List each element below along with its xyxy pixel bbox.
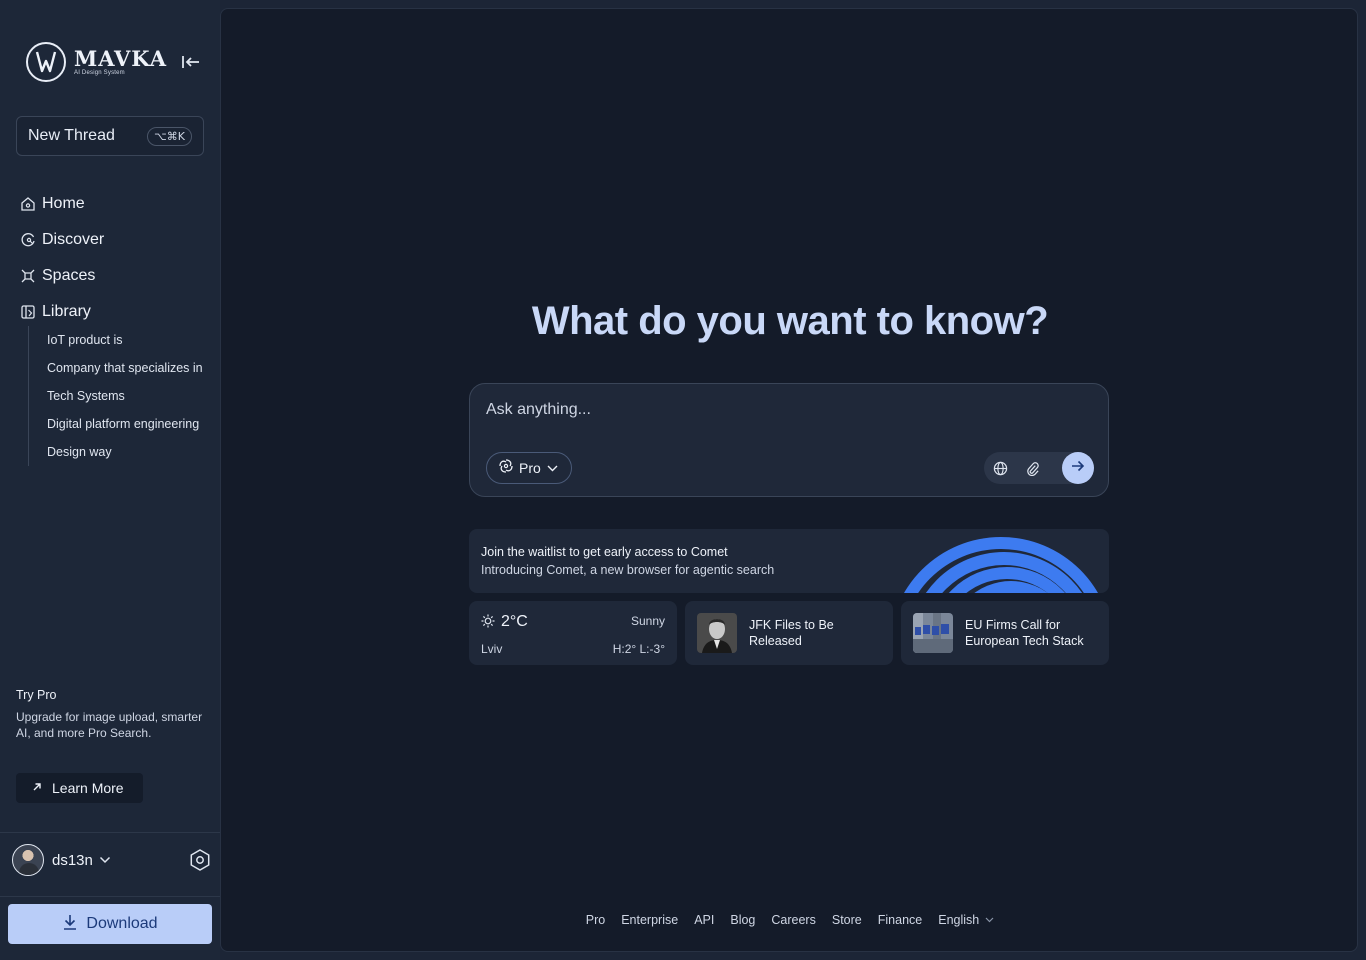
- sun-icon: [481, 614, 495, 633]
- sidebar-item-label: Discover: [42, 231, 105, 248]
- new-thread-label: New Thread: [28, 127, 115, 144]
- weather-high-low: H:2° L:-3°: [612, 642, 665, 656]
- new-thread-button[interactable]: New Thread ⌥⌘K: [16, 116, 204, 156]
- learn-more-label: Learn More: [52, 780, 124, 796]
- pro-mode-icon: [499, 458, 513, 478]
- home-icon: [18, 194, 38, 214]
- footer-link-blog[interactable]: Blog: [730, 913, 755, 927]
- news-card[interactable]: JFK Files to Be Released: [685, 601, 893, 665]
- footer-link-pro[interactable]: Pro: [586, 913, 605, 927]
- divider: [0, 832, 220, 833]
- submit-button[interactable]: [1062, 452, 1094, 484]
- language-selector[interactable]: English: [938, 913, 994, 927]
- banner-subtitle: Introducing Comet, a new browser for age…: [481, 563, 775, 577]
- sidebar-nav: Home Discover Spaces Library: [18, 186, 208, 330]
- spaces-icon: [18, 266, 38, 286]
- username: ds13n: [52, 851, 93, 869]
- search-tools: [984, 452, 1094, 484]
- sidebar-item-label: Spaces: [42, 267, 96, 284]
- news-thumbnail: [697, 613, 737, 653]
- arrow-right-icon: [1071, 459, 1085, 477]
- footer-link-store[interactable]: Store: [832, 913, 862, 927]
- download-icon: [62, 913, 78, 936]
- footer-links: Pro Enterprise API Blog Careers Store Fi…: [221, 913, 1359, 927]
- library-thread-list: IoT product is Company that specializes …: [28, 326, 208, 466]
- arrow-up-right-icon: [32, 779, 42, 797]
- pro-mode-label: Pro: [519, 460, 541, 476]
- news-title: EU Firms Call for European Tech Stack: [965, 618, 1084, 648]
- main-panel: What do you want to know? Pro: [220, 8, 1358, 952]
- try-pro-description: Upgrade for image upload, smarter AI, an…: [16, 710, 203, 740]
- settings-icon[interactable]: [188, 848, 212, 877]
- comet-waitlist-banner[interactable]: Join the waitlist to get early access to…: [469, 529, 1109, 593]
- search-box: Pro: [469, 383, 1109, 497]
- sidebar-item-library[interactable]: Library: [18, 294, 208, 330]
- library-thread-item[interactable]: Company that specializes in: [47, 354, 208, 382]
- weather-city: Lviv: [481, 642, 503, 656]
- library-thread-item[interactable]: Tech Systems: [47, 382, 208, 410]
- sidebar-item-label: Library: [42, 303, 91, 320]
- footer-link-finance[interactable]: Finance: [878, 913, 922, 927]
- sidebar: MAVKA AI Design System New Thread ⌥⌘K Ho…: [0, 0, 220, 960]
- library-thread-item[interactable]: Digital platform engineering: [47, 410, 208, 438]
- download-label: Download: [86, 915, 158, 932]
- news-card[interactable]: EU Firms Call for European Tech Stack: [901, 601, 1109, 665]
- sidebar-item-label: Home: [42, 195, 85, 212]
- paperclip-icon[interactable]: [1016, 452, 1048, 484]
- brand-name: MAVKA: [74, 46, 167, 71]
- weather-condition: Sunny: [630, 614, 665, 628]
- search-input[interactable]: [486, 398, 1086, 422]
- chevron-down-icon: [547, 459, 558, 477]
- sidebar-item-discover[interactable]: Discover: [18, 222, 208, 258]
- sidebar-item-home[interactable]: Home: [18, 186, 208, 222]
- download-button[interactable]: Download: [8, 904, 212, 944]
- pro-mode-selector[interactable]: Pro: [486, 452, 572, 484]
- footer-link-api[interactable]: API: [694, 913, 714, 927]
- chevron-down-icon[interactable]: [99, 851, 111, 869]
- sidebar-item-spaces[interactable]: Spaces: [18, 258, 208, 294]
- library-icon: [18, 302, 38, 322]
- weather-card[interactable]: 2°C Sunny Lviv H:2° L:-3°: [469, 601, 677, 665]
- library-thread-item[interactable]: Design way: [47, 438, 208, 466]
- weather-temp: 2°C: [501, 613, 528, 630]
- user-menu[interactable]: ds13n: [12, 844, 212, 876]
- language-label: English: [938, 913, 980, 927]
- comet-graphic: [904, 537, 1098, 593]
- try-pro-title: Try Pro: [16, 688, 57, 702]
- globe-icon[interactable]: [984, 452, 1016, 484]
- footer-link-careers[interactable]: Careers: [771, 913, 815, 927]
- collapse-sidebar-icon[interactable]: [180, 52, 202, 72]
- shortcut-badge: ⌥⌘K: [147, 126, 192, 146]
- brand-logo[interactable]: MAVKA AI Design System: [26, 42, 167, 82]
- banner-title: Join the waitlist to get early access to…: [481, 545, 728, 559]
- news-title: JFK Files to Be Released: [749, 618, 834, 648]
- news-thumbnail: [913, 613, 953, 653]
- library-thread-item[interactable]: IoT product is: [47, 326, 208, 354]
- footer-link-enterprise[interactable]: Enterprise: [621, 913, 678, 927]
- compass-icon: [18, 230, 38, 250]
- page-title: What do you want to know?: [531, 299, 1049, 343]
- chevron-down-icon: [985, 917, 994, 923]
- learn-more-button[interactable]: Learn More: [16, 773, 143, 803]
- try-pro-panel: Try Pro Upgrade for image upload, smarte…: [16, 688, 206, 741]
- divider: [0, 896, 220, 897]
- avatar: [12, 844, 44, 876]
- mavka-logo-icon: [26, 42, 66, 82]
- brand-tagline: AI Design System: [74, 70, 125, 76]
